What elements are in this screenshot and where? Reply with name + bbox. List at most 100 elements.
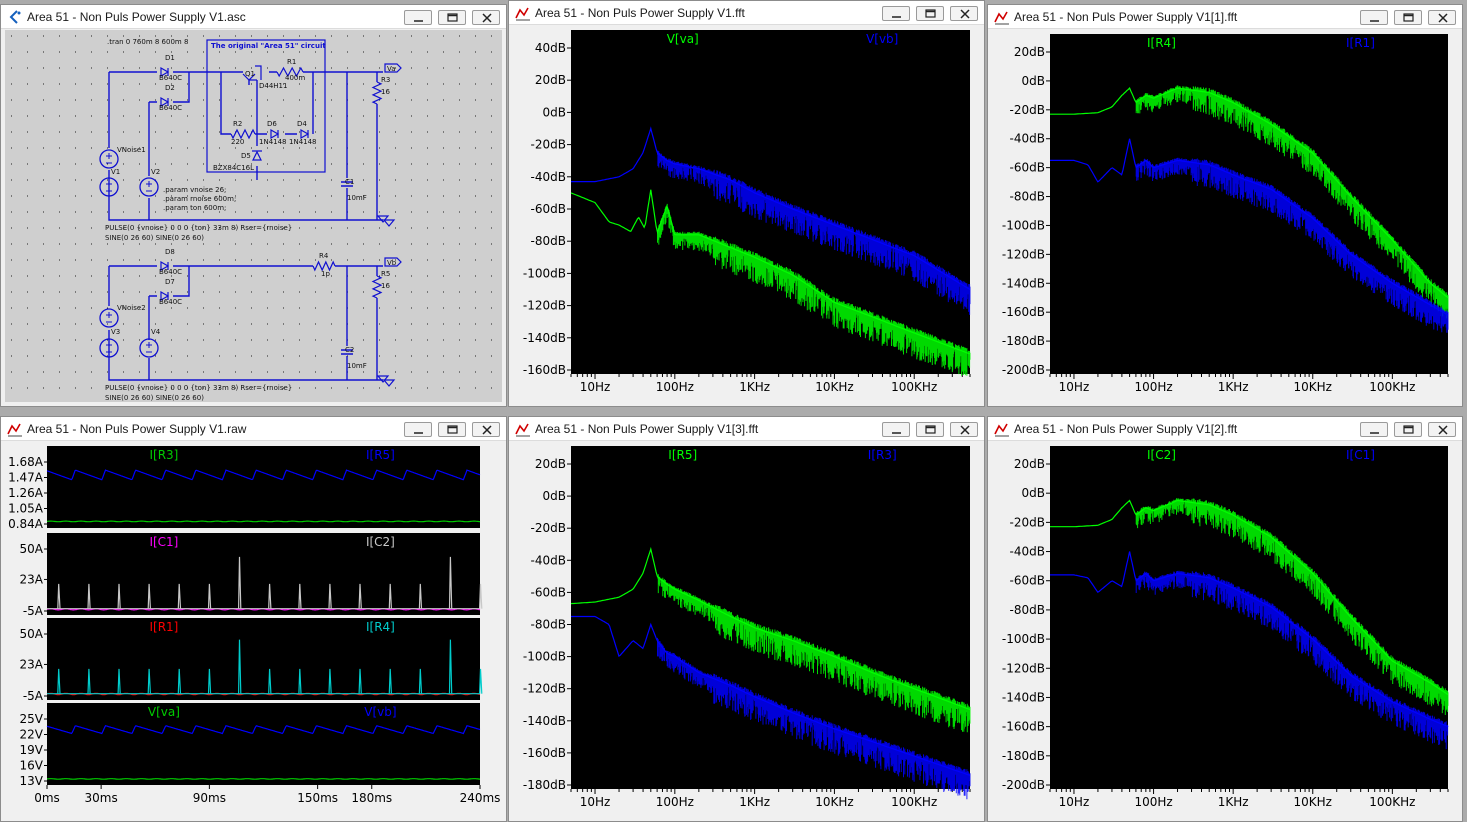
minimize-button[interactable] [404, 10, 432, 25]
trace-line [47, 778, 480, 780]
minimize-icon [1370, 432, 1379, 434]
restore-button[interactable] [916, 6, 944, 21]
box-title: The original "Area 51" circuit [211, 42, 326, 50]
minimize-button[interactable] [1360, 422, 1388, 437]
close-button[interactable] [472, 10, 500, 25]
waveform-icon [515, 423, 530, 437]
fft-window-va-vb[interactable]: Area 51 - Non Puls Power Supply V1.fft 4… [508, 0, 985, 407]
minimize-button[interactable] [882, 422, 910, 437]
component-label: Q1 [245, 70, 255, 78]
trace-label[interactable]: I[C2] [1147, 448, 1176, 462]
component-label: R4 [319, 252, 329, 260]
y-tick-label: 20dB [1014, 45, 1045, 59]
y-tick-label: -100dB [523, 266, 566, 280]
close-button[interactable] [950, 422, 978, 437]
title-bar[interactable]: Area 51 - Non Puls Power Supply V1.raw [1, 417, 506, 441]
component-label: SINE(0 26 60) SINE(0 26 60) [105, 234, 204, 242]
y-tick-label: 50A [20, 542, 44, 556]
trace-label[interactable]: I[R3] [868, 448, 897, 462]
component-label: C1 [345, 178, 354, 186]
trace-label[interactable]: V[vb] [364, 705, 396, 719]
y-tick-label: -60dB [531, 585, 566, 599]
fft-window-r5-r3[interactable]: Area 51 - Non Puls Power Supply V1[3].ff… [508, 416, 985, 822]
trace-label[interactable]: I[C1] [1346, 448, 1375, 462]
y-tick-label: 20dB [535, 73, 566, 87]
y-tick-label: -60dB [1010, 574, 1045, 588]
schematic-drawing: .tran 0 760m 8 600m 8 The original "Area … [5, 30, 502, 402]
minimize-button[interactable] [404, 422, 432, 437]
title-bar[interactable]: Area 51 - Non Puls Power Supply V1[2].ff… [988, 417, 1462, 441]
x-tick-label: 10Hz [1059, 795, 1090, 809]
param-directive[interactable]: .param ton 600m; [163, 204, 226, 212]
plot-area[interactable] [1050, 34, 1448, 374]
component-label: R1 [287, 58, 296, 66]
trace-label[interactable]: I[R1] [1346, 36, 1375, 50]
component-label: D2 [165, 84, 175, 92]
restore-button[interactable] [438, 422, 466, 437]
pane-plot-area[interactable] [47, 533, 480, 615]
trace-label[interactable]: V[va] [667, 32, 699, 46]
param-directive[interactable]: .param vnoise 26; [163, 186, 226, 194]
close-button[interactable] [1428, 10, 1456, 25]
x-tick-label: 180ms [351, 791, 392, 805]
y-tick-label: -180dB [1002, 334, 1045, 348]
trace-label[interactable]: I[C1] [149, 535, 178, 549]
fft-plot[interactable]: 20dB 0dB -20dB -40dB -60dB -80dB -100dB -120dB -… [992, 30, 1458, 402]
trace-label[interactable]: I[R4] [366, 620, 395, 634]
x-tick-label: 100Hz [656, 795, 694, 809]
close-button[interactable] [950, 6, 978, 21]
trace-label[interactable]: I[C2] [366, 535, 395, 549]
schematic-window[interactable]: Area 51 - Non Puls Power Supply V1.asc .… [0, 4, 507, 407]
trace-label[interactable]: I[R5] [668, 448, 697, 462]
y-tick-label: -100dB [1002, 218, 1045, 232]
y-tick-label: -140dB [523, 331, 566, 345]
pane-plot-area[interactable] [47, 618, 480, 700]
trace-label[interactable]: I[R5] [366, 448, 395, 462]
pane-plot-area[interactable] [47, 703, 480, 785]
title-bar[interactable]: Area 51 - Non Puls Power Supply V1.asc [1, 5, 506, 29]
y-tick-label: -180dB [1002, 749, 1045, 763]
transient-plot[interactable]: 1.68A 1.47A 1.26A 1.05A 0.84A I[R3] I[R5] 50A 23… [5, 442, 502, 817]
minimize-button[interactable] [882, 6, 910, 21]
window-title: Area 51 - Non Puls Power Supply V1.asc [27, 10, 246, 24]
y-tick-label: 1.68A [8, 455, 44, 469]
fft-plot[interactable]: 20dB 0dB -20dB -40dB -60dB -80dB -100dB -120dB -… [513, 442, 980, 817]
trace-label[interactable]: I[R1] [149, 620, 178, 634]
title-bar[interactable]: Area 51 - Non Puls Power Supply V1[1].ff… [988, 5, 1462, 29]
pane-plot-area[interactable] [47, 446, 480, 528]
minimize-button[interactable] [1360, 10, 1388, 25]
x-tick-label: 30ms [85, 791, 118, 805]
trace-label[interactable]: V[va] [148, 705, 180, 719]
restore-button[interactable] [916, 422, 944, 437]
close-button[interactable] [1428, 422, 1456, 437]
minimize-icon [414, 432, 423, 434]
fft-window-r4-r1[interactable]: Area 51 - Non Puls Power Supply V1[1].ff… [987, 4, 1463, 407]
restore-button[interactable] [438, 10, 466, 25]
fft-plot[interactable]: 40dB 20dB 0dB -20dB -40dB -60dB -80dB -100dB -12… [513, 26, 980, 402]
plot-area[interactable] [1050, 446, 1448, 789]
fft-window-c2-c1[interactable]: Area 51 - Non Puls Power Supply V1[2].ff… [987, 416, 1463, 822]
component-label: 1N4148 [289, 138, 317, 146]
minimize-icon [892, 432, 901, 434]
y-tick-label: -160dB [1002, 720, 1045, 734]
schematic-canvas[interactable]: .tran 0 760m 8 600m 8 The original "Area … [5, 30, 502, 402]
title-bar[interactable]: Area 51 - Non Puls Power Supply V1[3].ff… [509, 417, 984, 441]
restore-button[interactable] [1394, 422, 1422, 437]
restore-button[interactable] [1394, 10, 1422, 25]
fft-chart: 40dB 20dB 0dB -20dB -40dB -60dB -80dB -100dB -12… [513, 26, 980, 402]
close-button[interactable] [472, 422, 500, 437]
trace-label[interactable]: I[R3] [149, 448, 178, 462]
waveform-icon [994, 423, 1009, 437]
close-icon [1438, 425, 1448, 435]
x-tick-label: 1KHz [1218, 380, 1249, 394]
param-directive[interactable]: .param rnoise 600m; [163, 195, 236, 203]
plot-area[interactable] [571, 446, 970, 789]
y-tick-label: -160dB [523, 746, 566, 760]
title-bar[interactable]: Area 51 - Non Puls Power Supply V1.fft [509, 1, 984, 25]
trace-label[interactable]: I[R4] [1147, 36, 1176, 50]
fft-plot[interactable]: 20dB 0dB -20dB -40dB -60dB -80dB -100dB -120dB -… [992, 442, 1458, 817]
trace-label[interactable]: V[vb] [866, 32, 898, 46]
y-tick-label: 25V [20, 712, 44, 726]
transient-window[interactable]: Area 51 - Non Puls Power Supply V1.raw 1… [0, 416, 507, 822]
waveform-icon [515, 7, 530, 21]
